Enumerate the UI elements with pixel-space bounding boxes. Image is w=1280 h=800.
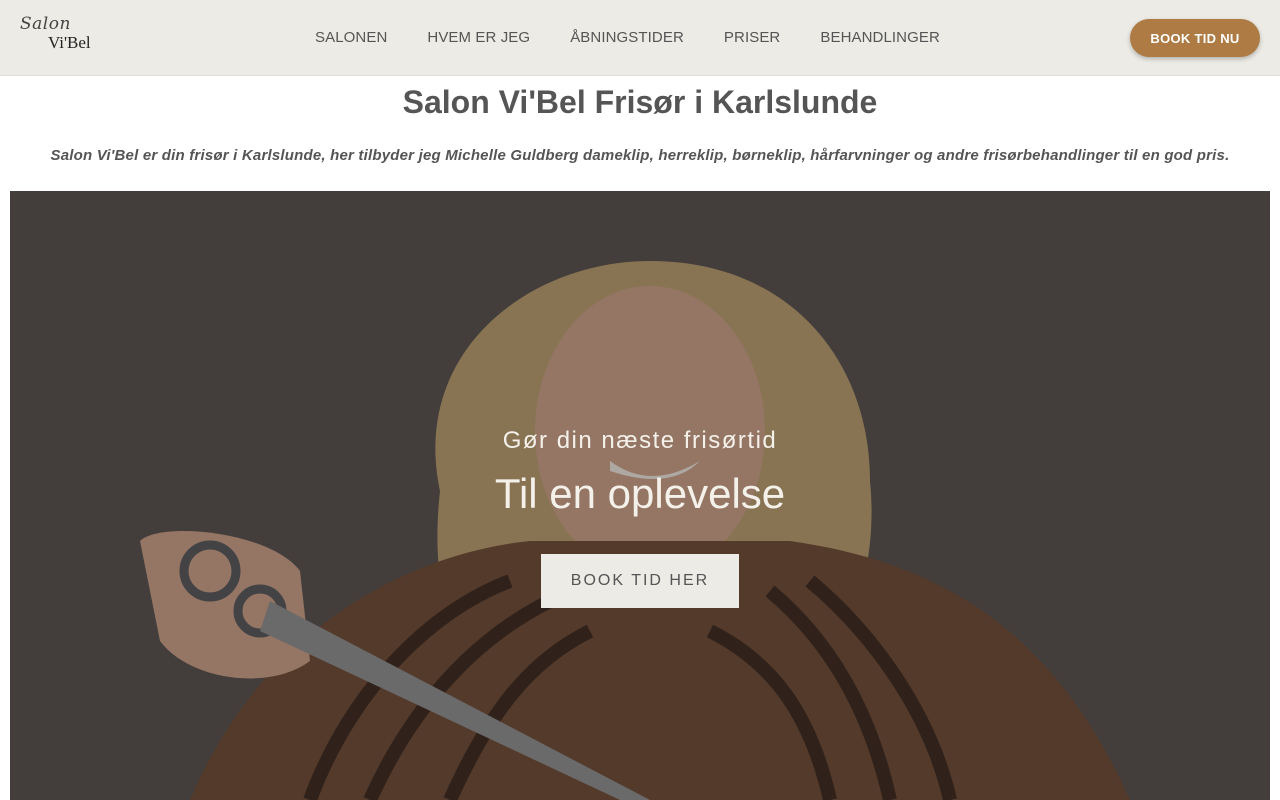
logo-script-text: Salon (20, 14, 71, 34)
nav-item-salonen[interactable]: SALONEN (295, 29, 407, 46)
logo-name-text: Vi'Bel (48, 33, 91, 52)
nav-item-priser[interactable]: PRISER (704, 29, 800, 46)
hero-title: Til en oplevelse (494, 470, 786, 517)
hero-subtitle: Gør din næste frisørtid (502, 427, 778, 454)
book-now-button[interactable]: BOOK TID NU (1130, 19, 1260, 57)
main-nav: SALONEN HVEM ER JEG ÅBNINGSTIDER PRISER … (295, 0, 960, 75)
nav-item-hvem-er-jeg[interactable]: HVEM ER JEG (407, 29, 550, 46)
salon-logo[interactable]: Salon Vi'Bel (20, 14, 100, 54)
page-title: Salon Vi'Bel Frisør i Karlslunde (402, 84, 878, 120)
book-appointment-button[interactable]: BOOK TID HER (541, 554, 739, 608)
intro-text: Salon Vi'Bel er din frisør i Karlslunde,… (50, 147, 1230, 164)
hero-banner: Gør din næste frisørtid Til en oplevelse… (10, 191, 1270, 800)
nav-item-behandlinger[interactable]: BEHANDLINGER (800, 29, 960, 46)
nav-item-abningstider[interactable]: ÅBNINGSTIDER (550, 29, 704, 46)
site-header: Salon Vi'Bel SALONEN HVEM ER JEG ÅBNINGS… (0, 0, 1280, 76)
